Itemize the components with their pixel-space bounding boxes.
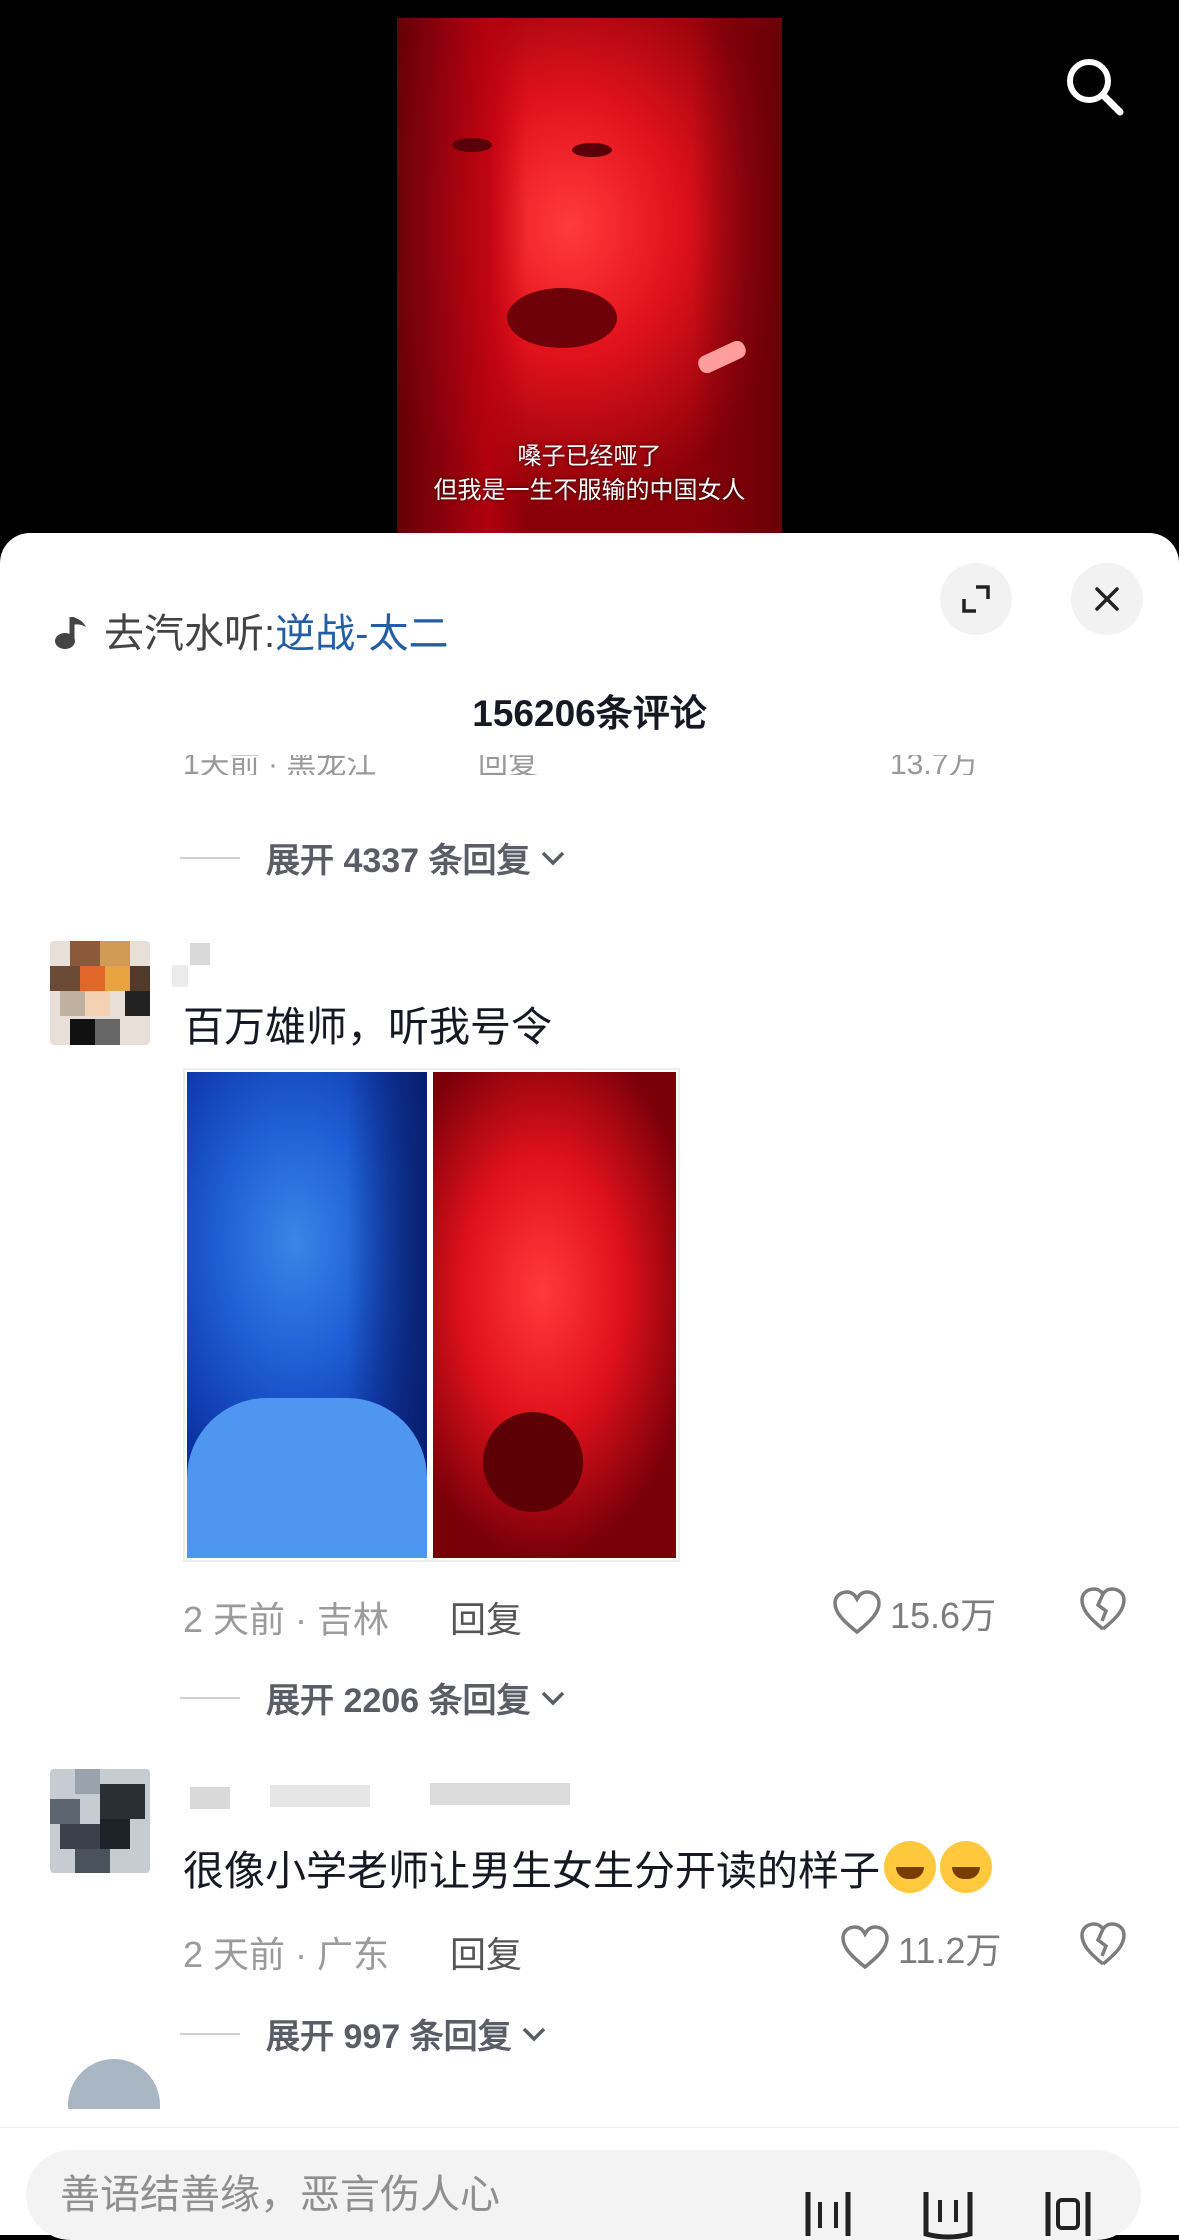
divider-line	[180, 1696, 240, 1699]
video-mouth	[507, 288, 617, 348]
comment-image-red-half	[433, 1072, 676, 1558]
video-eye-left	[452, 138, 492, 152]
expand-button[interactable]	[940, 563, 1012, 635]
comment-text: 百万雄师，听我号令	[183, 1004, 552, 1050]
clipped-likes: 13.7万	[890, 755, 979, 775]
video-subtitle-2: 但我是一生不服输的中国女人	[433, 477, 746, 504]
comment-meta: 2 天前 · 广东	[183, 1934, 390, 1975]
reply-button[interactable]: 回复	[450, 1591, 522, 1643]
divider-line	[180, 856, 240, 859]
username-blurred-2	[270, 1785, 370, 1807]
comment-input-bar	[0, 2127, 1179, 2240]
expand-icon	[962, 585, 990, 613]
search-icon[interactable]	[1062, 54, 1126, 118]
like-count: 11.2万	[898, 1930, 1002, 1971]
music-song-link[interactable]: 逆战-太二	[275, 612, 448, 656]
close-button[interactable]	[1071, 563, 1143, 635]
chevron-down-icon	[522, 2027, 545, 2041]
username-blurred[interactable]	[190, 943, 210, 965]
heart-icon	[841, 1925, 889, 1970]
comment-meta: 2 天前 · 吉林	[183, 1599, 390, 1640]
comment-image-blue-half	[187, 1072, 427, 1558]
laugh-cry-emoji	[940, 1841, 992, 1893]
video-eye-right	[572, 143, 612, 157]
video-player[interactable]: 嗓子已经哑了 但我是一生不服输的中国女人	[0, 0, 1179, 560]
image-shirt	[187, 1398, 427, 1558]
comment-text: 很像小学老师让男生女生分开读的样子	[183, 1837, 992, 1897]
comment-count: 156206条评论	[472, 693, 707, 734]
like-button[interactable]: 15.6万	[832, 1587, 996, 1639]
comment-image[interactable]	[183, 1068, 680, 1562]
expand-replies-label[interactable]: 展开 997 条回复	[266, 2009, 512, 2058]
divider-line	[180, 2032, 240, 2035]
expand-replies-3[interactable]: 展开 997 条回复	[180, 2009, 550, 2058]
chevron-down-icon	[541, 851, 564, 865]
clipped-meta: 1天前 · 黑龙江	[183, 755, 377, 775]
mention-icon[interactable]	[800, 2188, 856, 2240]
expand-replies-1[interactable]: 展开 4337 条回复	[180, 833, 569, 882]
username-blurred-3	[430, 1783, 570, 1805]
music-link[interactable]: 去汽水听:逆战-太二	[52, 569, 448, 699]
music-note-icon	[55, 617, 86, 649]
clipped-comment-row: 1天前 · 黑龙江 回复 13.7万	[0, 755, 1179, 775]
image-icon[interactable]	[1040, 2188, 1096, 2240]
chevron-down-icon	[541, 1691, 564, 1705]
avatar[interactable]	[50, 941, 150, 1045]
avatar[interactable]	[50, 1769, 150, 1873]
emoji-icon[interactable]	[920, 2188, 976, 2240]
laugh-cry-emoji	[884, 1841, 936, 1893]
heart-icon	[833, 1590, 881, 1635]
comments-sheet: 去汽水听:逆战-太二 156206条评论 1天前 · 黑龙江 回复 13.7万 …	[0, 533, 1179, 2234]
username-blurred[interactable]	[190, 1787, 230, 1809]
music-text[interactable]: 去汽水听:逆战-太二	[104, 569, 448, 699]
username-blurred-2	[172, 965, 188, 987]
video-subtitle-1: 嗓子已经哑了	[517, 443, 662, 470]
like-count: 15.6万	[890, 1595, 997, 1636]
expand-replies-label[interactable]: 展开 4337 条回复	[266, 833, 531, 882]
comment-text-body: 很像小学老师让男生女生分开读的样子	[183, 1848, 880, 1894]
broken-heart-icon[interactable]	[1078, 1585, 1128, 1635]
expand-replies-label[interactable]: 展开 2206 条回复	[266, 1673, 531, 1722]
close-icon	[1095, 587, 1119, 611]
music-label: 去汽水听:	[104, 612, 276, 656]
expand-replies-2[interactable]: 展开 2206 条回复	[180, 1673, 569, 1722]
video-frame[interactable]: 嗓子已经哑了 但我是一生不服输的中国女人	[397, 18, 782, 538]
clipped-reply: 回复	[478, 755, 538, 775]
reply-button[interactable]: 回复	[450, 1926, 522, 1978]
avatar[interactable]	[68, 2059, 160, 2109]
image-mouth	[483, 1412, 583, 1512]
broken-heart-icon[interactable]	[1078, 1920, 1128, 1970]
like-button[interactable]: 11.2万	[840, 1922, 1001, 1974]
